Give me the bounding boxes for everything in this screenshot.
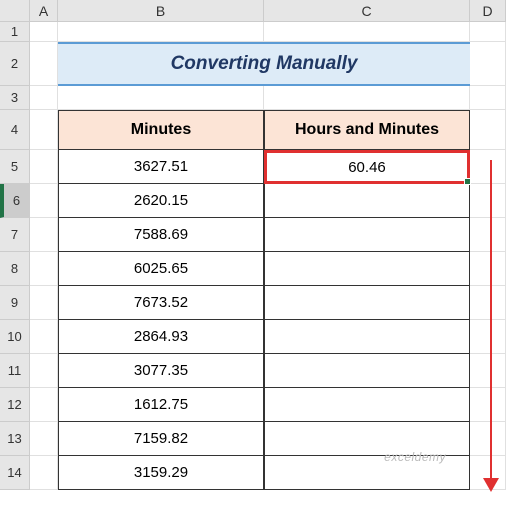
corner-header[interactable] [0, 0, 30, 22]
cell-hours-8[interactable] [264, 252, 470, 286]
cell-d13[interactable] [470, 422, 506, 456]
cell-hours-5[interactable]: 60.46 [264, 150, 470, 184]
col-header-a[interactable]: A [30, 0, 58, 22]
spreadsheet-grid: A B C D 1 2 Converting Manually 3 4 Minu… [0, 0, 506, 490]
cell-b1[interactable] [58, 22, 264, 42]
cell-hours-11[interactable] [264, 354, 470, 388]
cell-d1[interactable] [470, 22, 506, 42]
cell-d2[interactable] [470, 42, 506, 86]
cell-a6[interactable] [30, 184, 58, 218]
cell-d9[interactable] [470, 286, 506, 320]
row-header-14[interactable]: 14 [0, 456, 30, 490]
cell-a8[interactable] [30, 252, 58, 286]
cell-minutes-14[interactable]: 3159.29 [58, 456, 264, 490]
row-header-12[interactable]: 12 [0, 388, 30, 422]
cell-c3[interactable] [264, 86, 470, 110]
cell-d5[interactable] [470, 150, 506, 184]
cell-d4[interactable] [470, 110, 506, 150]
cell-minutes-10[interactable]: 2864.93 [58, 320, 264, 354]
header-minutes[interactable]: Minutes [58, 110, 264, 150]
header-hours[interactable]: Hours and Minutes [264, 110, 470, 150]
cell-a3[interactable] [30, 86, 58, 110]
row-header-13[interactable]: 13 [0, 422, 30, 456]
row-header-3[interactable]: 3 [0, 86, 30, 110]
cell-minutes-11[interactable]: 3077.35 [58, 354, 264, 388]
row-header-11[interactable]: 11 [0, 354, 30, 388]
cell-a2[interactable] [30, 42, 58, 86]
cell-hours-6[interactable] [264, 184, 470, 218]
cell-minutes-6[interactable]: 2620.15 [58, 184, 264, 218]
cell-hours-7[interactable] [264, 218, 470, 252]
cell-d6[interactable] [470, 184, 506, 218]
cell-a4[interactable] [30, 110, 58, 150]
cell-hours-10[interactable] [264, 320, 470, 354]
cell-minutes-9[interactable]: 7673.52 [58, 286, 264, 320]
row-header-5[interactable]: 5 [0, 150, 30, 184]
cell-d12[interactable] [470, 388, 506, 422]
cell-a10[interactable] [30, 320, 58, 354]
cell-minutes-7[interactable]: 7588.69 [58, 218, 264, 252]
row-header-7[interactable]: 7 [0, 218, 30, 252]
cell-d10[interactable] [470, 320, 506, 354]
cell-b3[interactable] [58, 86, 264, 110]
fill-handle[interactable] [464, 178, 471, 185]
title-cell[interactable]: Converting Manually [58, 42, 470, 86]
cell-hours-12[interactable] [264, 388, 470, 422]
cell-d7[interactable] [470, 218, 506, 252]
cell-a12[interactable] [30, 388, 58, 422]
cell-a1[interactable] [30, 22, 58, 42]
row-header-6[interactable]: 6 [0, 184, 30, 218]
cell-a13[interactable] [30, 422, 58, 456]
cell-minutes-8[interactable]: 6025.65 [58, 252, 264, 286]
cell-a14[interactable] [30, 456, 58, 490]
row-header-4[interactable]: 4 [0, 110, 30, 150]
cell-d3[interactable] [470, 86, 506, 110]
cell-minutes-5[interactable]: 3627.51 [58, 150, 264, 184]
cell-a7[interactable] [30, 218, 58, 252]
cell-hours-9[interactable] [264, 286, 470, 320]
cell-hours-5-value: 60.46 [348, 159, 386, 176]
cell-d11[interactable] [470, 354, 506, 388]
row-header-8[interactable]: 8 [0, 252, 30, 286]
row-header-9[interactable]: 9 [0, 286, 30, 320]
cell-minutes-13[interactable]: 7159.82 [58, 422, 264, 456]
cell-d8[interactable] [470, 252, 506, 286]
cell-a5[interactable] [30, 150, 58, 184]
cell-a9[interactable] [30, 286, 58, 320]
cell-a11[interactable] [30, 354, 58, 388]
col-header-b[interactable]: B [58, 0, 264, 22]
col-header-c[interactable]: C [264, 0, 470, 22]
row-header-10[interactable]: 10 [0, 320, 30, 354]
annotation-arrow [490, 160, 492, 490]
row-header-1[interactable]: 1 [0, 22, 30, 42]
watermark: exceldemy [384, 450, 446, 464]
row-header-2[interactable]: 2 [0, 42, 30, 86]
cell-c1[interactable] [264, 22, 470, 42]
cell-minutes-12[interactable]: 1612.75 [58, 388, 264, 422]
col-header-d[interactable]: D [470, 0, 506, 22]
